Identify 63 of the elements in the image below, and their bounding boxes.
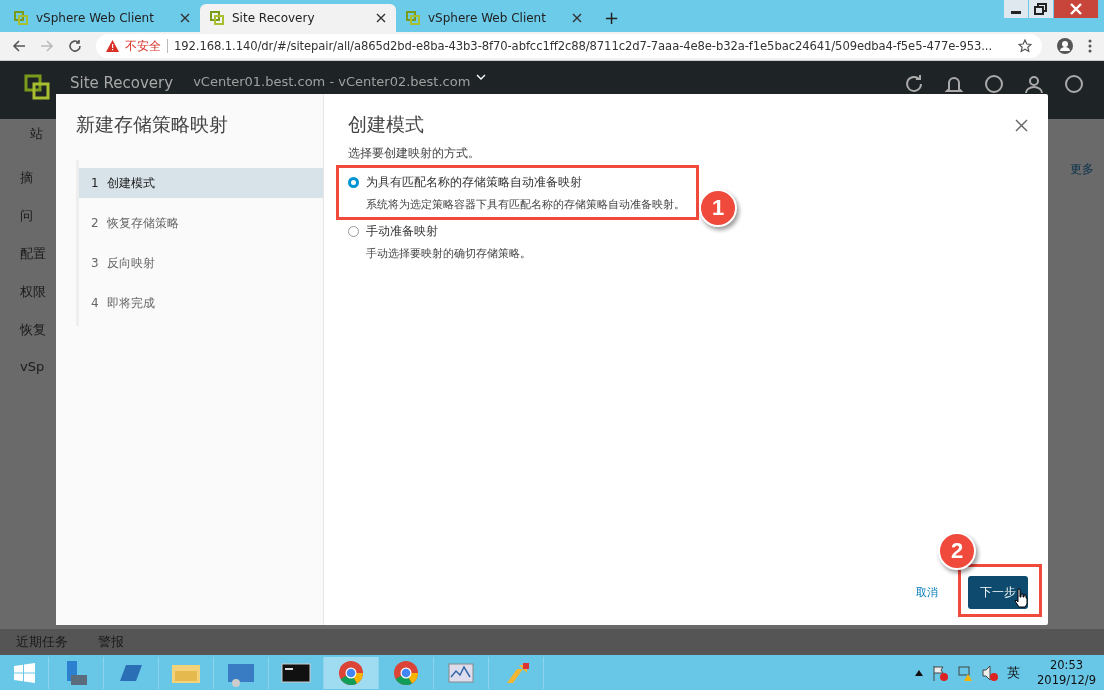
speaker-icon[interactable]	[982, 664, 999, 681]
clock-time: 20:53	[1049, 657, 1084, 673]
tab-title: Site Recovery	[232, 11, 316, 25]
url-text: 192.168.1.140/dr/#/sitepair/all/a865d2bd-e8ba-43b3-8f70-abfcc1ff2c88/8711c2d7-7aaa-4e8e-b32a-f1e5bac24641/509edba4-f5e5-477e-953...	[174, 39, 993, 53]
app-logo-icon	[24, 74, 50, 100]
sidebar-item[interactable]: 权限	[20, 283, 46, 301]
close-icon[interactable]	[1054, 0, 1098, 18]
app-name: Site Recovery	[70, 74, 174, 92]
star-icon[interactable]	[1018, 39, 1032, 53]
wizard-step[interactable]: 3 反向映射	[79, 248, 323, 278]
vm-logo-icon	[14, 11, 28, 25]
next-button[interactable]: 下一步	[968, 576, 1028, 609]
sidebar-item[interactable]: 恢复	[20, 321, 46, 339]
dialog-title: 新建存储策略映射	[76, 112, 229, 137]
warning-icon	[106, 40, 119, 52]
option-label[interactable]: 为具有匹配名称的存储策略自动准备映射	[366, 175, 582, 190]
cancel-button[interactable]: 取消	[916, 585, 938, 600]
site-tab[interactable]: 站	[30, 125, 46, 143]
sidebar-item[interactable]: 摘	[20, 169, 46, 187]
tab-title: vSphere Web Client	[428, 11, 547, 25]
back-icon[interactable]	[12, 39, 26, 53]
user-icon[interactable]	[1024, 74, 1044, 94]
security-label: 不安全	[125, 37, 161, 55]
reload-icon[interactable]	[68, 39, 82, 53]
sidebar-item[interactable]: 配置	[20, 245, 46, 263]
vm-logo-icon	[406, 11, 420, 25]
tray-expand-icon[interactable]	[915, 669, 924, 676]
close-icon[interactable]	[1015, 118, 1028, 132]
wizard-step[interactable]: 1 创建模式	[79, 168, 323, 198]
option-description: 手动选择要映射的确切存储策略。	[366, 246, 531, 261]
menu-icon[interactable]	[1088, 39, 1092, 53]
close-icon[interactable]	[572, 13, 582, 23]
clock-date: 2019/12/9	[1037, 672, 1096, 688]
address-bar[interactable]: 不安全 192.168.1.140/dr/#/sitepair/all/a865d2bd-e8ba-43b3-8f70-abfcc1ff2c88/8711c2d7-7aaa-4e8e-b32a-f1e5bac24641/509edba4-f5e5-477e-953...	[96, 34, 1042, 58]
new-tab-button[interactable]: +	[592, 7, 632, 32]
radio-button[interactable]	[348, 177, 359, 188]
vm-logo-icon	[210, 11, 224, 25]
close-icon[interactable]	[180, 13, 190, 23]
caret-icon[interactable]	[476, 74, 487, 80]
close-icon[interactable]	[376, 13, 386, 23]
site-pair-selector[interactable]: vCenter01.best.com - vCenter02.best.com	[193, 74, 471, 89]
instruction-text: 选择要创建映射的方式。	[348, 146, 481, 161]
refresh-icon[interactable]	[904, 74, 924, 94]
wizard-step[interactable]: 4 即将完成	[79, 288, 323, 318]
account-icon[interactable]	[1056, 37, 1074, 55]
step-badge: 1	[699, 189, 737, 227]
step-badge: 2	[938, 532, 976, 570]
page-heading: 创建模式	[348, 112, 424, 137]
wizard-step[interactable]: 2 恢复存储策略	[79, 208, 323, 238]
radio-button[interactable]	[348, 226, 359, 237]
browser-tab[interactable]: Site Recovery	[200, 4, 396, 32]
browser-tab[interactable]: vSphere Web Client	[4, 4, 200, 32]
sidebar-item[interactable]: vSp	[20, 359, 46, 374]
browser-tab[interactable]: vSphere Web Client	[396, 4, 592, 32]
minimize-icon[interactable]	[1004, 0, 1028, 18]
sidebar-item[interactable]: 问	[20, 207, 46, 225]
option-description: 系统将为选定策略容器下具有匹配名称的存储策略自动准备映射。	[366, 197, 685, 212]
option-label[interactable]: 手动准备映射	[366, 224, 438, 239]
input-method-indicator[interactable]: 英	[1007, 663, 1021, 682]
hand-cursor-icon	[1014, 588, 1028, 608]
restore-icon[interactable]	[1029, 0, 1053, 18]
flag-icon[interactable]	[932, 664, 949, 681]
tab-title: vSphere Web Client	[36, 11, 155, 25]
